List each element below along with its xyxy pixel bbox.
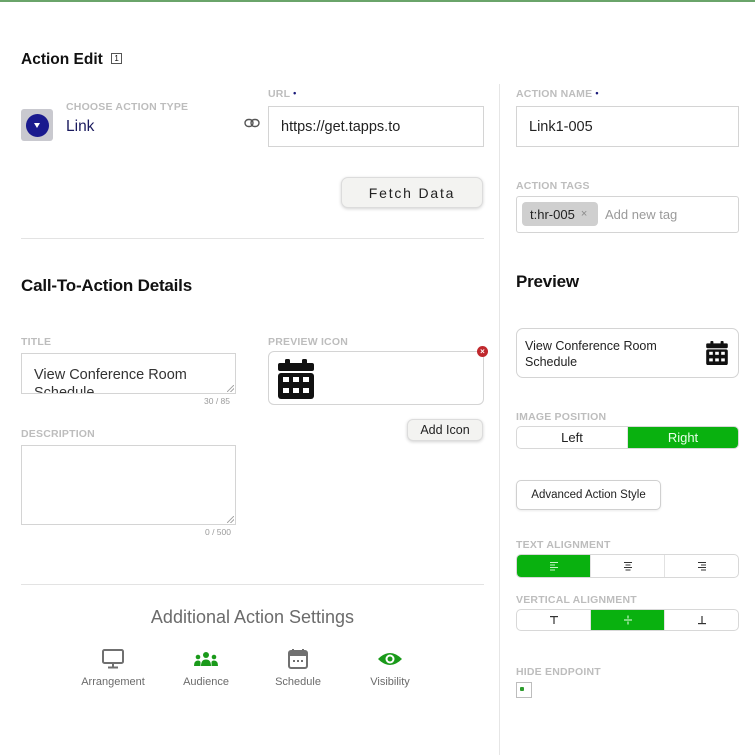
monitor-icon (102, 649, 124, 669)
info-badge-icon[interactable]: 1 (111, 53, 123, 64)
text-alignment-label: TEXT ALIGNMENT (516, 539, 611, 551)
tag-chip: t:hr-005 × (522, 202, 598, 226)
action-tags-label: ACTION TAGS (516, 180, 590, 192)
setting-schedule[interactable]: Schedule (253, 648, 343, 688)
setting-label: Arrangement (81, 676, 145, 688)
preview-icon-box[interactable] (268, 351, 484, 405)
vertical-align-bottom[interactable] (665, 610, 738, 630)
setting-visibility[interactable]: Visibility (345, 648, 435, 688)
setting-label: Schedule (275, 676, 321, 688)
setting-audience[interactable]: Audience (161, 648, 251, 688)
calendar-icon (278, 359, 314, 399)
url-label: URL • (268, 88, 297, 100)
setting-arrangement[interactable]: Arrangement (68, 648, 158, 688)
title-textarea[interactable]: View Conference Room Schedule (21, 353, 236, 394)
top-border (0, 0, 755, 2)
align-left-icon (549, 562, 558, 571)
text-align-center[interactable] (591, 555, 665, 577)
setting-label: Visibility (370, 676, 410, 688)
description-textarea[interactable] (21, 445, 236, 525)
url-input[interactable]: https://get.tapps.to (268, 106, 484, 147)
align-center-icon (623, 562, 632, 571)
action-type-label: CHOOSE ACTION TYPE (66, 101, 189, 113)
required-marker: • (293, 88, 297, 98)
title-text: View Conference Room Schedule (34, 367, 187, 394)
vertical-alignment-toggle (516, 609, 739, 631)
cta-heading: Call-To-Action Details (21, 276, 192, 295)
image-position-right[interactable]: Right (628, 427, 738, 448)
text-alignment-toggle (516, 554, 739, 578)
hide-endpoint-label: HIDE ENDPOINT (516, 666, 601, 678)
hide-endpoint-checkbox[interactable] (516, 682, 532, 698)
preview-heading: Preview (516, 272, 579, 291)
link-icon (244, 118, 260, 128)
action-type-selector[interactable] (21, 109, 53, 141)
section-divider (21, 238, 484, 239)
title-counter: 30 / 85 (204, 396, 230, 406)
resize-handle[interactable] (227, 385, 234, 392)
fetch-data-button[interactable]: Fetch Data (341, 177, 483, 208)
remove-icon-button[interactable]: × (477, 346, 488, 357)
add-icon-button[interactable]: Add Icon (407, 419, 483, 441)
resize-handle[interactable] (227, 516, 234, 523)
action-name-input[interactable]: Link1-005 (516, 106, 739, 147)
page-title: Action Edit 1 (21, 51, 123, 69)
description-counter: 0 / 500 (205, 527, 231, 537)
tag-label: t:hr-005 (530, 206, 575, 222)
tag-remove-icon[interactable]: × (581, 208, 587, 220)
section-divider (21, 584, 484, 585)
add-tag-placeholder[interactable]: Add new tag (605, 207, 677, 222)
required-marker: • (595, 88, 599, 98)
image-position-toggle: Left Right (516, 426, 739, 449)
column-divider (499, 84, 500, 755)
users-icon (194, 652, 218, 666)
align-top-icon (549, 616, 558, 624)
chevron-down-icon (25, 113, 49, 137)
setting-label: Audience (183, 676, 229, 688)
calendar-icon (288, 649, 308, 669)
title-label: TITLE (21, 336, 52, 348)
vertical-align-top[interactable] (517, 610, 591, 630)
advanced-action-style-button[interactable]: Advanced Action Style (516, 480, 661, 510)
text-align-left[interactable] (517, 555, 591, 577)
additional-settings-heading: Additional Action Settings (150, 607, 355, 627)
image-position-left[interactable]: Left (517, 427, 628, 448)
align-bottom-icon (697, 616, 706, 625)
preview-icon-label: PREVIEW ICON (268, 336, 348, 348)
image-position-label: IMAGE POSITION (516, 411, 607, 423)
vertical-align-middle[interactable] (591, 610, 665, 630)
calendar-icon (706, 341, 728, 365)
page-title-text: Action Edit (21, 51, 103, 68)
text-align-right[interactable] (665, 555, 738, 577)
preview-card: View Conference Room Schedule (516, 328, 739, 378)
action-name-label: ACTION NAME • (516, 88, 599, 100)
eye-icon (378, 653, 402, 665)
align-middle-icon (623, 615, 632, 625)
action-type-value[interactable]: Link (66, 118, 94, 136)
vertical-alignment-label: VERTICAL ALIGNMENT (516, 594, 637, 606)
preview-card-text: View Conference Room Schedule (525, 339, 657, 369)
description-label: DESCRIPTION (21, 428, 95, 440)
align-right-icon (697, 562, 706, 571)
